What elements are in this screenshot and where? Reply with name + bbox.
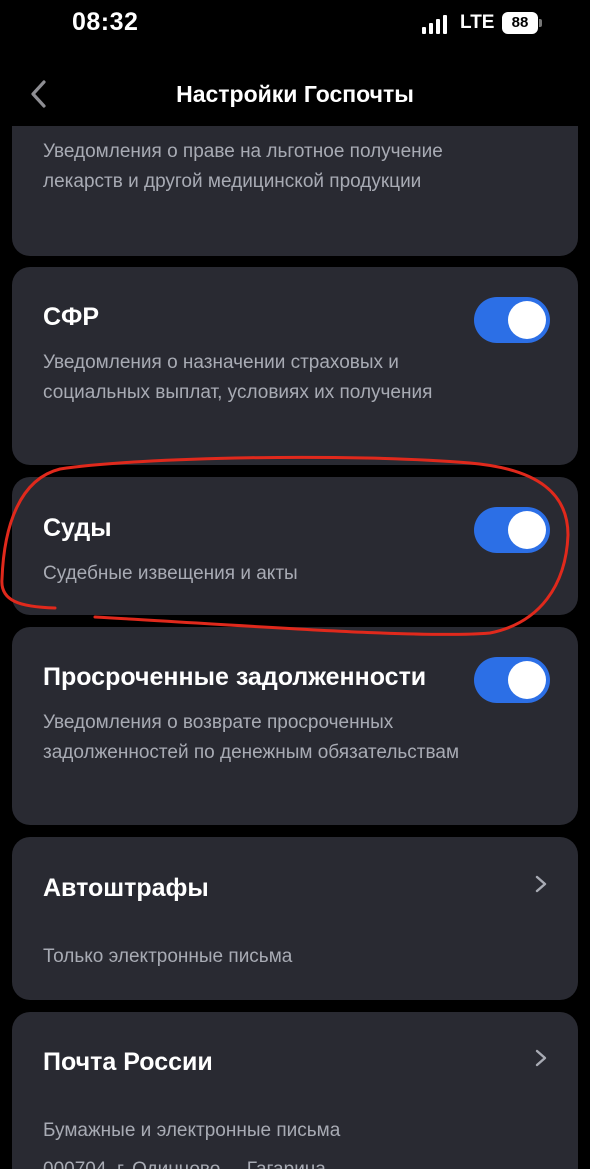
card-description: Судебные извещения и акты	[43, 563, 298, 584]
card-description: Бумажные и электронные письма	[43, 1120, 341, 1141]
chevron-right-icon	[535, 875, 547, 893]
toggle-overdue-debts[interactable]	[474, 657, 550, 703]
card-title: Суды	[43, 514, 112, 542]
card-address: 000704, г. Одинцово ... Гагарина...	[43, 1159, 342, 1169]
navigation-bar: Настройки Госпочты	[0, 60, 590, 126]
card-description: Уведомления о возврате просроченных задо…	[43, 712, 460, 763]
page-title: Настройки Госпочты	[176, 81, 414, 107]
status-time: 08:32	[72, 8, 139, 36]
toggle-knob	[508, 511, 546, 549]
status-bar: 08:32 LTE 88	[0, 0, 590, 50]
card-medicine: Уведомления о праве на льготное получени…	[12, 126, 578, 256]
signal-bars-icon	[422, 14, 450, 34]
card-title: Автоштрафы	[43, 874, 209, 902]
network-type: LTE	[460, 12, 495, 33]
card-description: Уведомления о назначении страховых и соц…	[43, 352, 433, 403]
settings-list[interactable]: Уведомления о праве на льготное получени…	[0, 126, 590, 1169]
toggle-sfr[interactable]	[474, 297, 550, 343]
battery-icon: 88	[502, 12, 538, 34]
toggle-knob	[508, 301, 546, 339]
battery-cap	[539, 19, 542, 27]
card-title: Просроченные задолженности	[43, 663, 427, 691]
card-courts: Суды Судебные извещения и акты	[12, 477, 578, 615]
toggle-knob	[508, 661, 546, 699]
card-title: Почта России	[43, 1048, 213, 1076]
card-sfr: СФР Уведомления о назначении страховых и…	[12, 267, 578, 465]
card-russian-post[interactable]: Почта России Бумажные и электронные пись…	[12, 1012, 578, 1169]
toggle-courts[interactable]	[474, 507, 550, 553]
card-title: СФР	[43, 303, 100, 331]
card-description: Уведомления о праве на льготное получени…	[43, 141, 443, 192]
card-auto-fines[interactable]: Автоштрафы Только электронные письма	[12, 837, 578, 1000]
card-overdue-debts: Просроченные задолженности Уведомления о…	[12, 627, 578, 825]
chevron-right-icon	[535, 1049, 547, 1067]
card-description: Только электронные письма	[43, 946, 293, 967]
